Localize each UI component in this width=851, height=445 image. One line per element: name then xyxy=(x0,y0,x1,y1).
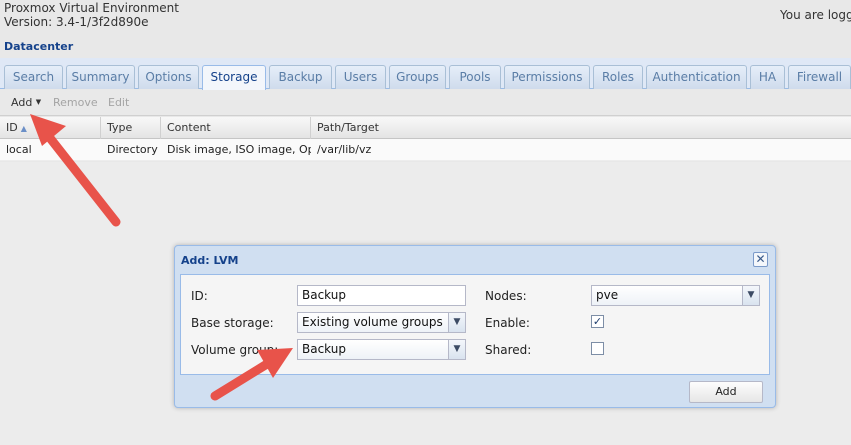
app-title: Proxmox Virtual Environment xyxy=(4,1,179,15)
column-header-content[interactable]: Content xyxy=(161,117,311,139)
base-storage-select[interactable]: Existing volume groups ▼ xyxy=(297,312,466,333)
breadcrumb: Datacenter xyxy=(4,40,74,53)
shared-label: Shared: xyxy=(485,343,532,357)
dropdown-caret-icon: ▼ xyxy=(35,98,42,106)
tab-permissions[interactable]: Permissions xyxy=(504,65,590,89)
base-storage-label: Base storage: xyxy=(191,316,274,330)
tab-search[interactable]: Search xyxy=(4,65,63,89)
tab-groups[interactable]: Groups xyxy=(389,65,446,89)
nodes-value: pve xyxy=(596,288,619,302)
enable-label: Enable: xyxy=(485,316,530,330)
tab-authentication[interactable]: Authentication xyxy=(646,65,747,89)
app-version: Version: 3.4-1/3f2d890e xyxy=(4,15,149,29)
tab-roles[interactable]: Roles xyxy=(593,65,643,89)
id-label: ID: xyxy=(191,289,208,303)
annotation-arrow-icon xyxy=(210,348,293,401)
base-storage-value: Existing volume groups xyxy=(302,315,443,329)
column-header-id-label: ID xyxy=(6,121,18,134)
dialog-title: Add: LVM xyxy=(181,254,239,267)
annotation-arrow-icon xyxy=(30,114,121,227)
volume-group-value: Backup xyxy=(302,342,346,356)
tab-users[interactable]: Users xyxy=(335,65,386,89)
enable-checkbox[interactable]: ✓ xyxy=(591,315,604,328)
volume-group-select[interactable]: Backup ▼ xyxy=(297,339,466,360)
shared-checkbox[interactable] xyxy=(591,342,604,355)
dialog-add-button[interactable]: Add xyxy=(689,381,763,403)
tab-bar: Search Summary Options Storage Backup Us… xyxy=(0,58,851,90)
tab-pools[interactable]: Pools xyxy=(449,65,501,89)
cell-content: Disk image, ISO image, Op... xyxy=(167,143,311,156)
cell-path: /var/lib/vz xyxy=(317,143,372,156)
tab-storage[interactable]: Storage xyxy=(202,65,266,90)
nodes-select[interactable]: pve ▼ xyxy=(591,285,760,306)
app-header: Proxmox Virtual Environment Version: 3.4… xyxy=(0,0,851,40)
column-header-path[interactable]: Path/Target xyxy=(311,117,851,139)
tab-options[interactable]: Options xyxy=(138,65,199,89)
id-input[interactable]: Backup xyxy=(297,285,466,306)
tab-firewall[interactable]: Firewall xyxy=(788,65,851,89)
tab-backup[interactable]: Backup xyxy=(269,65,332,89)
chevron-down-icon[interactable]: ▼ xyxy=(448,313,465,332)
tab-ha[interactable]: HA xyxy=(750,65,785,89)
close-icon[interactable]: ✕ xyxy=(753,252,768,267)
chevron-down-icon[interactable]: ▼ xyxy=(742,286,759,305)
login-status: You are logge xyxy=(780,8,851,22)
chevron-down-icon[interactable]: ▼ xyxy=(448,340,465,359)
tab-summary[interactable]: Summary xyxy=(66,65,135,89)
nodes-label: Nodes: xyxy=(485,289,527,303)
